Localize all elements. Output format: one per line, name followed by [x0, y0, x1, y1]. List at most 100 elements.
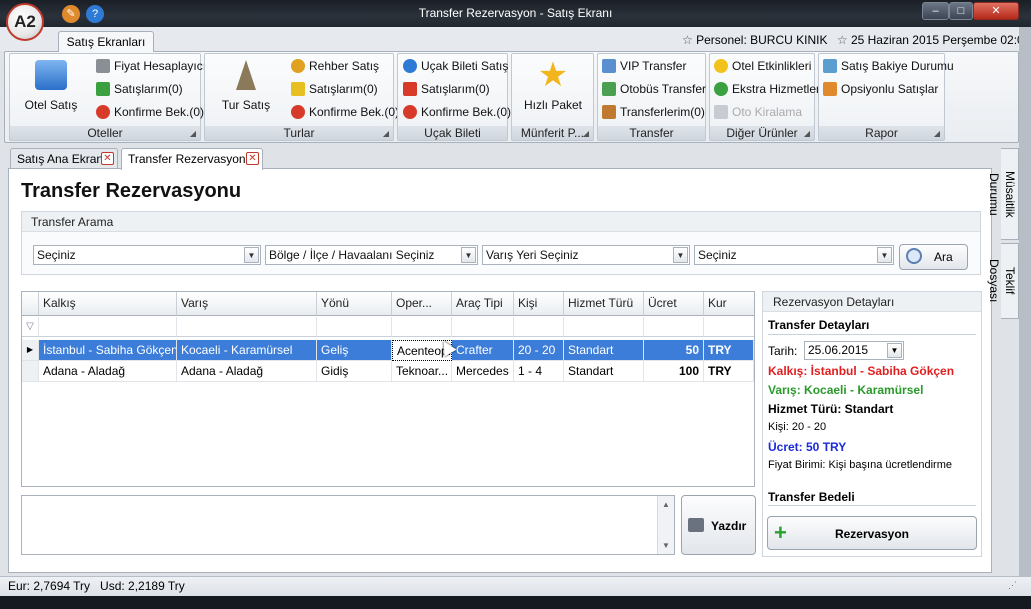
filter-cell[interactable] — [39, 317, 177, 337]
notes-textarea[interactable]: ▲ ▼ — [21, 495, 675, 555]
filter-cell[interactable] — [392, 317, 452, 337]
cell-kalkis[interactable]: İstanbul - Sabiha Gökçen — [39, 340, 177, 361]
side-tab-teklif[interactable]: Teklif Dosyası — [987, 243, 1019, 319]
group-label: Turlar ◢ — [205, 126, 393, 140]
flag-icon — [96, 82, 110, 96]
cell-hizmet-turu[interactable]: Standart — [564, 361, 644, 382]
chevron-down-icon[interactable]: ▼ — [244, 247, 259, 263]
filter-cell[interactable] — [452, 317, 514, 337]
chevron-down-icon[interactable]: ▼ — [877, 247, 892, 263]
search-type-combo[interactable]: Seçiniz ▼ — [33, 245, 261, 265]
ara-button[interactable]: Ara — [899, 244, 968, 270]
yazdir-button[interactable]: Yazdır — [681, 495, 756, 555]
ucak-konfirme-button[interactable]: Konfirme Bek.(0) — [403, 103, 511, 123]
ekstra-hizmetler-button[interactable]: Ekstra Hizmetler — [714, 80, 820, 100]
minimize-button[interactable]: – — [922, 2, 949, 20]
otel-konfirme-button[interactable]: Konfirme Bek.(0) — [96, 103, 204, 123]
cell-kisi[interactable]: 1 - 4 — [514, 361, 564, 382]
cell-ucret[interactable]: 50 — [644, 340, 704, 361]
group-label: Münferit P... ◢ — [512, 126, 593, 140]
cell-yonu[interactable]: Gidiş — [317, 361, 392, 382]
filter-cell[interactable] — [514, 317, 564, 337]
ribbon-tab-satis-ekranlari[interactable]: Satış Ekranları — [58, 31, 154, 52]
tab-satis-ana-ekran[interactable]: Satış Ana Ekran ✕ — [10, 148, 118, 169]
filter-cell[interactable] — [177, 317, 317, 337]
otel-satis-button[interactable]: Otel Satış — [14, 60, 88, 112]
filter-cell[interactable] — [564, 317, 644, 337]
rehber-satis-button[interactable]: Rehber Satış — [291, 57, 379, 77]
opsiyonlu-satislar-button[interactable]: Opsiyonlu Satışlar — [823, 80, 938, 100]
tab-transfer-rezervasyon[interactable]: Transfer Rezervasyon ✕ — [121, 148, 263, 170]
cell-arac-tipi[interactable]: Mercedes — [452, 361, 514, 382]
cell-kur[interactable]: TRY — [704, 361, 754, 382]
column-header[interactable]: Varış — [177, 292, 317, 316]
cell-kalkis[interactable]: Adana - Aladağ — [39, 361, 177, 382]
cell-operator[interactable]: Teknoar... — [392, 361, 452, 382]
tarih-date-input[interactable]: 25.06.2015 ▼ — [804, 341, 904, 360]
ucak-bileti-satis-button[interactable]: Uçak Bileti Satış — [403, 57, 508, 77]
scroll-down-icon[interactable]: ▼ — [658, 537, 674, 554]
house-icon — [35, 60, 67, 90]
chevron-down-icon[interactable]: ▼ — [461, 247, 476, 263]
column-header[interactable]: Oper... — [392, 292, 452, 316]
cell-ucret[interactable]: 100 — [644, 361, 704, 382]
side-tab-musaitlik[interactable]: Müsaitlik Durumu — [987, 148, 1019, 240]
close-tab-icon[interactable]: ✕ — [246, 152, 259, 165]
tag-icon[interactable]: ✎ — [62, 5, 80, 23]
app-logo[interactable]: A2 — [6, 3, 44, 41]
cell-varis[interactable]: Adana - Aladağ — [177, 361, 317, 382]
resize-grip-icon[interactable]: ⋰ — [1008, 580, 1017, 591]
cell-yonu[interactable]: Geliş — [317, 340, 392, 361]
hizli-paket-button[interactable]: ★ Hızlı Paket — [514, 58, 592, 112]
chevron-down-icon[interactable]: ▼ — [887, 343, 902, 358]
maximize-button[interactable]: □ — [949, 2, 973, 20]
column-header[interactable]: Hizmet Türü — [564, 292, 644, 316]
group-label: Transfer — [598, 126, 705, 140]
filter-cell[interactable] — [704, 317, 754, 337]
tur-konfirme-button[interactable]: Konfirme Bek.(0) — [291, 103, 399, 123]
help-icon[interactable]: ? — [86, 5, 104, 23]
cell-varis[interactable]: Kocaeli - Karamürsel — [177, 340, 317, 361]
satis-bakiye-durumu-button[interactable]: Satış Bakiye Durumu — [823, 57, 954, 77]
scroll-up-icon[interactable]: ▲ — [658, 496, 674, 513]
group-label: Rapor ◢ — [819, 126, 944, 140]
filter-icon[interactable]: ▽ — [22, 317, 39, 337]
cell-arac-tipi[interactable]: Crafter — [452, 340, 514, 361]
tur-satis-button[interactable]: Tur Satış — [209, 60, 283, 112]
column-header[interactable]: Kalkış — [39, 292, 177, 316]
transfer-search-group: Transfer Arama — [21, 211, 981, 275]
region-combo[interactable]: Bölge / İlçe / Havaalanı Seçiniz ▼ — [265, 245, 478, 265]
close-tab-icon[interactable]: ✕ — [101, 152, 114, 165]
rezervasyon-button[interactable]: + Rezervasyon — [767, 516, 977, 550]
transferlerim-button[interactable]: Transferlerim(0) — [602, 103, 705, 123]
magnifier-icon — [906, 248, 922, 264]
destination-combo[interactable]: Varış Yeri Seçiniz ▼ — [482, 245, 690, 265]
car-icon — [714, 105, 728, 119]
otobus-transfer-button[interactable]: Otobüs Transfer — [602, 80, 706, 100]
cell-hizmet-turu[interactable]: Standart — [564, 340, 644, 361]
report-icon — [823, 59, 837, 73]
transfer-grid[interactable]: Kalkış Varış Yönü Oper... Araç Tipi Kişi… — [21, 291, 755, 487]
chevron-down-icon[interactable]: ▼ — [673, 247, 688, 263]
oto-kiralama-button[interactable]: Oto Kiralama — [714, 103, 802, 123]
column-header[interactable]: Ücret — [644, 292, 704, 316]
group-rapor: Satış Bakiye Durumu Opsiyonlu Satışlar R… — [818, 53, 954, 141]
otel-etkinlikleri-button[interactable]: Otel Etkinlikleri — [714, 57, 811, 77]
vip-transfer-button[interactable]: VIP Transfer — [602, 57, 686, 77]
ucak-satislarim-button[interactable]: Satışlarım(0) — [403, 80, 490, 100]
smiley-icon — [714, 59, 728, 73]
tur-satislarim-button[interactable]: Satışlarım(0) — [291, 80, 378, 100]
close-button[interactable]: ✕ — [973, 2, 1019, 20]
extra-combo[interactable]: Seçiniz ▼ — [694, 245, 894, 265]
column-header[interactable]: Yönü — [317, 292, 392, 316]
scrollbar[interactable]: ▲ ▼ — [657, 496, 674, 554]
column-header[interactable]: Kişi — [514, 292, 564, 316]
column-header[interactable]: Kur — [704, 292, 754, 316]
column-header[interactable]: Araç Tipi — [452, 292, 514, 316]
cell-kur[interactable]: TRY — [704, 340, 754, 361]
fiyat-hesaplayici-button[interactable]: Fiyat Hesaplayıcı — [96, 57, 206, 77]
cell-kisi[interactable]: 20 - 20 — [514, 340, 564, 361]
otel-satislarim-button[interactable]: Satışlarım(0) — [96, 80, 183, 100]
filter-cell[interactable] — [317, 317, 392, 337]
filter-cell[interactable] — [644, 317, 704, 337]
